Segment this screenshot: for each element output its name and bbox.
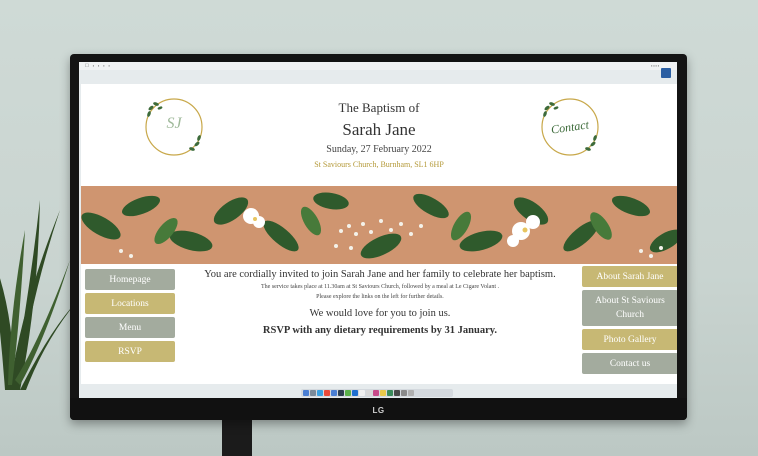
monitor:  ▪ ▪ ▪ ▪ ▪ ▪ ▪ ▪ <box>70 54 687 420</box>
plant-decoration <box>0 200 78 390</box>
floral-banner-image <box>81 186 677 264</box>
dock-app-icon[interactable] <box>380 390 386 396</box>
dock <box>301 389 453 397</box>
screen:  ▪ ▪ ▪ ▪ ▪ ▪ ▪ ▪ <box>79 62 677 398</box>
menu-bar-item[interactable]: ▪ <box>93 64 94 68</box>
main-text: You are cordially invited to join Sarah … <box>181 266 579 336</box>
dock-app-icon[interactable] <box>366 390 372 396</box>
dock-app-icon[interactable] <box>352 390 358 396</box>
dock-trash-icon[interactable] <box>408 390 414 396</box>
web-page: SJ The Baptism of Sarah Jane Sunday, 27 … <box>81 84 677 384</box>
desktop-file-icon[interactable] <box>661 68 671 78</box>
dock-app-icon[interactable] <box>303 390 309 396</box>
right-nav: About Sarah Jane About St Saviours Churc… <box>582 266 677 377</box>
photo-gallery-button[interactable]: Photo Gallery <box>582 329 677 350</box>
dock-app-icon[interactable] <box>359 390 365 396</box>
page-header: SJ The Baptism of Sarah Jane Sunday, 27 … <box>81 84 677 182</box>
menu-bar-item[interactable]: ▪ <box>103 64 104 68</box>
dock-app-icon[interactable] <box>373 390 379 396</box>
dock-app-icon[interactable] <box>394 390 400 396</box>
left-nav: Homepage Locations Menu RSVP <box>85 269 175 365</box>
dock-app-icon[interactable] <box>324 390 330 396</box>
monitor-brand-logo: LG <box>372 406 385 415</box>
welcome-text: We would love for you to join us. <box>309 308 451 319</box>
dock-app-icon[interactable] <box>401 390 407 396</box>
invitation-text: You are cordially invited to join Sarah … <box>204 269 556 280</box>
service-details: The service takes place at 11.30am at St… <box>261 284 499 290</box>
dock-app-icon[interactable] <box>317 390 323 396</box>
dock-app-icon[interactable] <box>345 390 351 396</box>
event-address: St Saviours Church, Burnham, SL1 6HP <box>314 160 444 169</box>
menu-bar-item[interactable]: ▪ <box>98 64 99 68</box>
monitor-chin: LG <box>70 398 687 420</box>
about-church-button[interactable]: About St Saviours Church <box>582 290 677 326</box>
locations-button[interactable]: Locations <box>85 293 175 314</box>
dock-app-icon[interactable] <box>338 390 344 396</box>
rsvp-notice: RSVP with any dietary requirements by 31… <box>262 325 498 336</box>
homepage-button[interactable]: Homepage <box>85 269 175 290</box>
dock-app-icon[interactable] <box>310 390 316 396</box>
dock-app-icon[interactable] <box>387 390 393 396</box>
apple-icon[interactable]:  <box>85 63 89 69</box>
explore-note: Please explore the links on the left for… <box>316 294 444 300</box>
rsvp-button[interactable]: RSVP <box>85 341 175 362</box>
dock-app-icon[interactable] <box>331 390 337 396</box>
menu-button[interactable]: Menu <box>85 317 175 338</box>
menu-bar:  ▪ ▪ ▪ ▪ ▪ ▪ ▪ ▪ <box>79 62 677 70</box>
menu-bar-item[interactable]: ▪ <box>109 64 110 68</box>
about-sarah-jane-button[interactable]: About Sarah Jane <box>582 266 677 287</box>
content-area: Homepage Locations Menu RSVP You are cor… <box>81 266 677 384</box>
contact-us-button[interactable]: Contact us <box>582 353 677 374</box>
